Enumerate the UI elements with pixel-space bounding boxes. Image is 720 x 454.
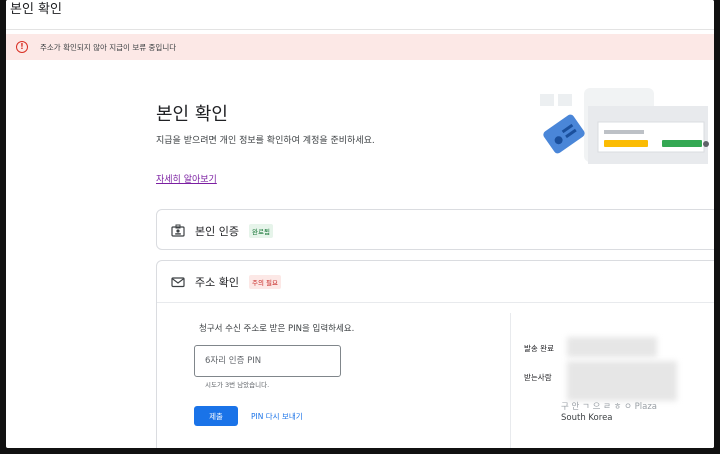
address-card-header: 주소 확인 주의 필요 bbox=[171, 274, 281, 290]
redacted-date bbox=[567, 337, 657, 357]
identity-verification-card[interactable]: 본인 인증 완료됨 bbox=[156, 209, 714, 250]
recipient-label: 받는사람 bbox=[524, 373, 552, 382]
address-verification-card: 주소 확인 주의 필요 청구서 수신 주소로 받은 PIN을 입력하세요. 시도… bbox=[156, 260, 714, 448]
page-title: 본인 확인 bbox=[156, 104, 228, 125]
pin-input[interactable] bbox=[194, 345, 341, 377]
error-icon: ! bbox=[16, 41, 28, 53]
verification-illustration bbox=[540, 88, 709, 164]
id-card-icon bbox=[171, 224, 185, 237]
identity-card-header: 본인 인증 완료됨 bbox=[171, 223, 273, 239]
completed-badge: 완료됨 bbox=[248, 224, 273, 238]
pin-instruction: 청구서 수신 주소로 받은 PIN을 입력하세요. bbox=[199, 324, 355, 334]
submit-button[interactable]: 제출 bbox=[194, 406, 238, 426]
attempts-remaining: 시도가 3번 남았습니다. bbox=[205, 381, 270, 389]
attention-badge: 주의 필요 bbox=[248, 275, 281, 289]
vertical-divider bbox=[510, 313, 511, 448]
browser-window: 본인 확인 ! 주소가 확인되지 않아 지급이 보류 중입니다 본인 확인 지급… bbox=[6, 0, 714, 448]
identity-card-label: 본인 인증 bbox=[195, 225, 239, 238]
address-country: South Korea bbox=[561, 413, 613, 423]
top-bar: 본인 확인 bbox=[6, 0, 714, 30]
redacted-address bbox=[567, 361, 677, 401]
page-description: 지급을 받으려면 개인 정보를 확인하여 계정을 준비하세요. bbox=[156, 136, 375, 146]
payment-hold-alert: ! 주소가 확인되지 않아 지급이 보류 중입니다 bbox=[6, 34, 714, 60]
learn-more-link[interactable]: 자세히 알아보기 bbox=[156, 172, 217, 185]
ship-status-label: 발송 완료 bbox=[524, 344, 554, 353]
resend-pin-link[interactable]: PIN 다시 보내기 bbox=[251, 411, 303, 422]
card-divider bbox=[157, 302, 714, 303]
address-card-label: 주소 확인 bbox=[195, 276, 239, 289]
mail-icon bbox=[171, 277, 185, 288]
address-line: 구 안 ㄱ 으 ㄹ ㅎ ㅇ Plaza bbox=[561, 402, 658, 412]
alert-text: 주소가 확인되지 않아 지급이 보류 중입니다 bbox=[40, 42, 177, 52]
window-title: 본인 확인 bbox=[10, 2, 62, 17]
